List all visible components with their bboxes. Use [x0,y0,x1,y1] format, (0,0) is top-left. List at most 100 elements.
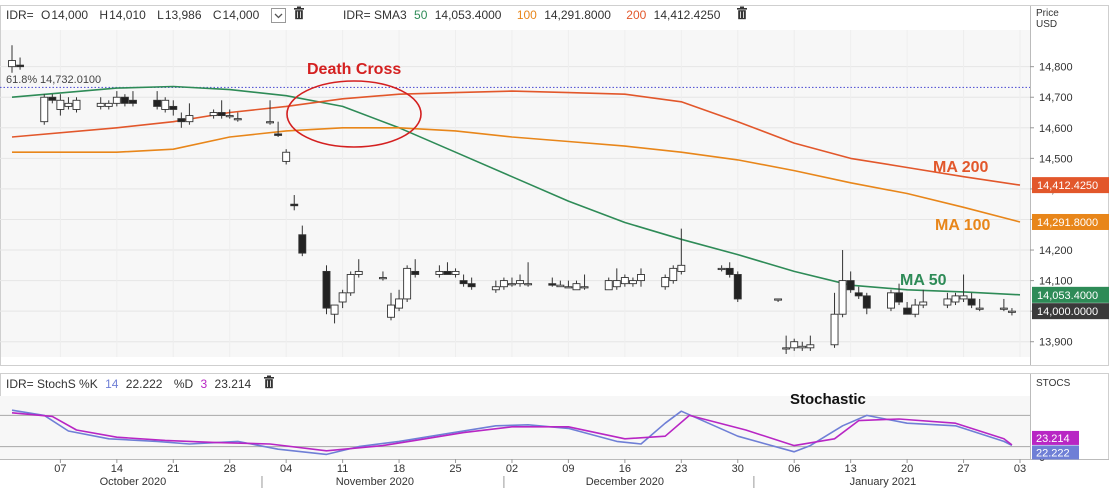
candle-body [16,64,25,68]
trash-icon[interactable] [293,6,305,25]
candle-body [911,304,920,315]
x-month-label: January 2021 [850,476,917,488]
candle-body [959,295,968,300]
candle-body [403,267,412,300]
last-value-text-price-0: 14,412.4250 [1037,180,1098,192]
candle-body [967,298,976,306]
candle-body [798,345,807,349]
price-tick-label: 13,900 [1039,337,1073,349]
ma200-label: MA 200 [933,159,989,176]
candle-body [637,274,645,282]
x-tick-label: 21 [167,463,179,475]
symbol-label: IDR= [6,8,34,22]
candle-body [72,99,81,110]
candle-body [169,105,178,110]
stoch-line-pctk [11,409,1013,456]
candle-body [266,121,274,124]
candle-body [387,304,395,318]
x-month-label: December 2020 [586,476,664,488]
close-value: 14,000 [222,8,260,22]
x-tick-label: 11 [337,463,348,475]
candle-body [96,102,105,107]
candle-body [620,277,629,285]
death-cross-circle [286,80,422,148]
candle-body [1007,310,1016,313]
trash-icon-glyph [293,6,304,20]
close-label: C [212,8,222,22]
last-value-badge-price-2 [1032,286,1109,303]
x-tick-label: 07 [54,463,66,475]
annotations: Death Cross MA 200 MA 100 MA 50 Stochast… [286,61,991,408]
fib-value-label: 14,732.0100 [40,74,101,86]
x-tick-label: 02 [506,463,518,475]
trash-icon-glyph [263,375,274,389]
high-label: H [99,8,109,22]
price-axis-unit: USD [1036,19,1057,30]
stoch-line-pctd [11,412,1013,452]
high-value: 14,010 [109,8,146,22]
candle-body [628,280,637,285]
candle-body [782,347,791,350]
candle-body [895,292,903,303]
candle-body [298,234,307,254]
x-month-label: November 2020 [336,476,414,488]
low-label: L [157,8,164,22]
candle-body [177,118,186,123]
sma200-value: 14,412.4250 [653,8,721,22]
x-tick-label: 16 [619,463,631,475]
x-tick-label: 30 [732,463,744,475]
candle-body [846,280,855,291]
trash-icon[interactable] [736,6,748,25]
sma-header: IDR= SMA3 50 14,053.4000 100 14,291.8000… [343,6,752,24]
x-tick-label: 28 [224,463,236,475]
x-tick-label: 25 [449,463,461,475]
x-tick-label: 04 [280,463,292,475]
candle-body [290,203,299,207]
candle-body [354,270,363,275]
axes: Price USD STOCS 13,900 14,100 14,200 14,400… [0,8,1109,488]
candle-body [548,283,557,286]
open-value: 14,000 [51,8,89,22]
candle-body [999,307,1008,310]
candle-body [346,274,355,294]
candle-body [467,283,476,288]
chevron-down-icon[interactable] [270,8,286,24]
price-tick-label: 14,100 [1039,276,1073,288]
price-plot-area [0,30,1030,357]
last-value-text-price-2: 14,053.4000 [1037,290,1098,302]
trash-icon[interactable] [263,375,275,394]
price-tick-label: 14,400 [1039,184,1073,196]
candle-body [854,292,863,297]
stoch-axis-title: STOCS [1036,378,1071,389]
candle-body [677,264,686,272]
sma100-value: 14,291.8000 [544,8,611,22]
sma-label: IDR= SMA3 [343,8,407,22]
candle-body [64,102,73,107]
stoch-header: IDR= StochS %K 14 22.222 %D 3 23.214 [6,375,279,393]
candle-body [580,286,589,289]
candle-body [491,286,500,291]
candle-body [274,133,283,136]
candle-body [975,307,984,310]
price-panel-background [0,5,1109,366]
x-tick-label: 14 [111,463,123,475]
trash-icon-glyph [736,6,747,20]
candle-body [451,270,460,275]
x-tick-label: 09 [562,463,574,475]
candle-body [378,277,387,280]
candle-body [661,277,670,288]
stoch-d-value: 23.214 [214,377,252,391]
price-tick-label: 14,500 [1039,153,1073,165]
candle-body [725,267,734,275]
candle-body [733,274,742,300]
death-cross-label: Death Cross [307,61,401,78]
candle-body [120,96,129,104]
candle-body [774,298,783,301]
stochastic-lines [0,409,1030,456]
candle-body [153,99,162,107]
last-value-text-price-1: 14,291.8000 [1037,217,1098,229]
sma50-value: 14,053.4000 [434,8,502,22]
candle-body [516,280,524,285]
stoch-d-label: %D [173,377,194,391]
fib-percent-label: 61.8% [6,74,37,86]
